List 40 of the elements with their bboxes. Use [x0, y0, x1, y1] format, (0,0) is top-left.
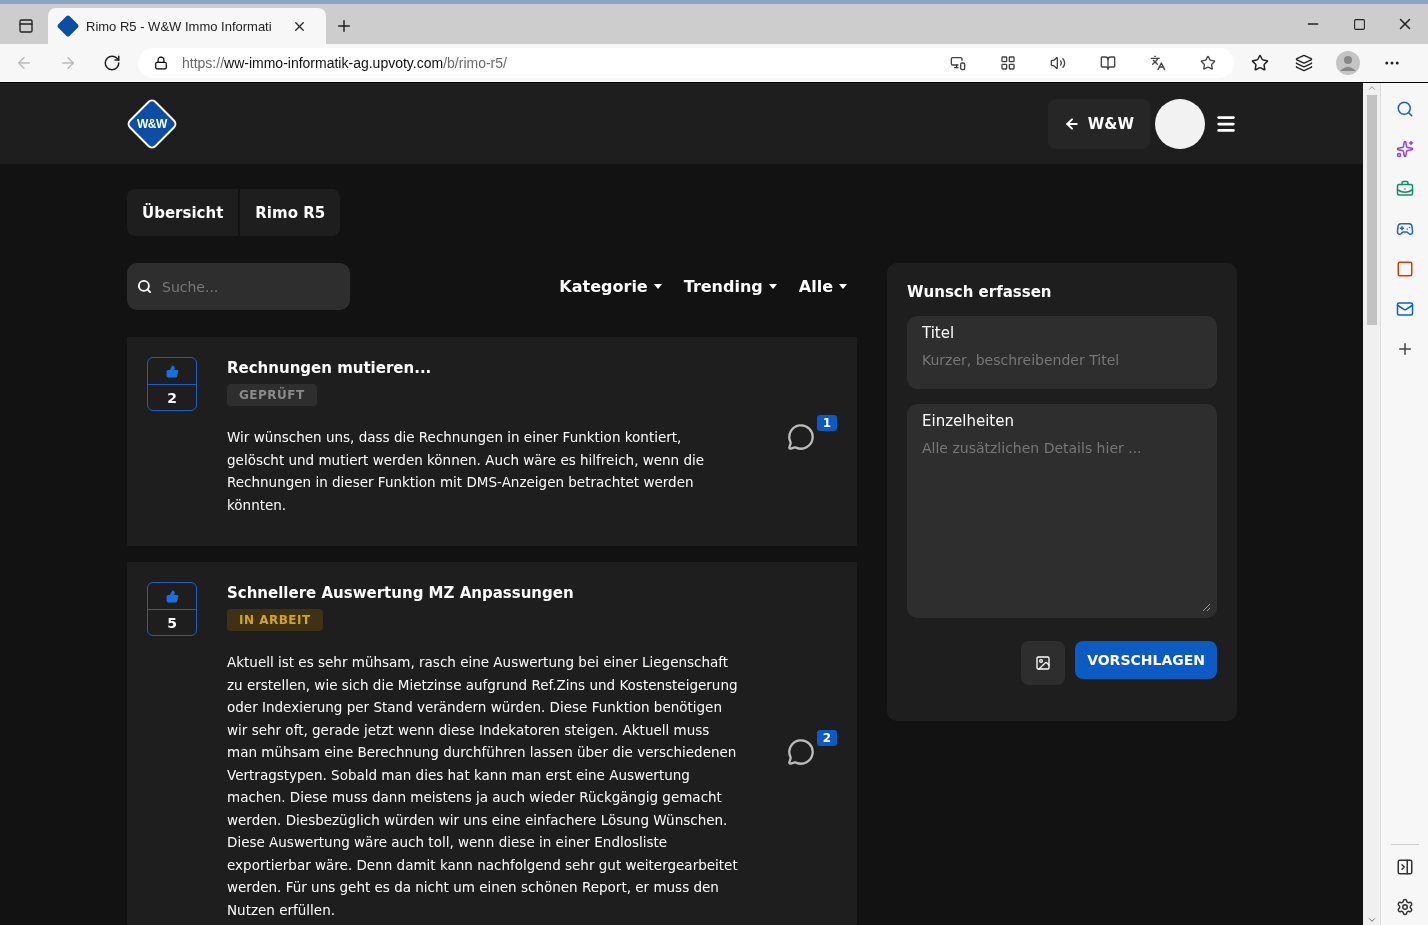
resize-grip-icon[interactable]	[1202, 603, 1211, 612]
post-title[interactable]: Schnellere Auswertung MZ Anpassungen	[227, 584, 739, 602]
lock-icon	[154, 56, 168, 70]
status-tag: IN ARBEIT	[227, 609, 323, 631]
search-field[interactable]: Suche...	[127, 263, 350, 310]
comment-count: 1	[816, 414, 837, 431]
title-input[interactable]: Kurzer, beschreibender Titel	[922, 352, 1202, 368]
avatar[interactable]	[1155, 98, 1205, 149]
vote-button[interactable]: 5	[147, 582, 197, 636]
filter-dropdown[interactable]: Trending	[683, 277, 777, 296]
url-text: https://ww-immo-informatik-ag.upvoty.com/b/rimo-r5/	[182, 55, 508, 71]
field-label: Titel	[922, 324, 956, 342]
status-tag: GEPRÜFT	[227, 384, 317, 406]
post-title[interactable]: Rechnungen mutieren...	[227, 359, 739, 377]
details-input[interactable]: Alle zusätzlichen Details hier ...	[922, 440, 1202, 610]
field-label: Einzelheiten	[922, 412, 1015, 430]
breadcrumb-link[interactable]: Übersicht	[127, 189, 239, 236]
image-icon	[1035, 655, 1052, 671]
comment-icon[interactable]	[786, 422, 815, 451]
breadcrumb-link[interactable]: Rimo R5	[240, 189, 341, 236]
comment-count: 2	[816, 729, 837, 746]
post-text: Wir wünschen uns, dass die Rechnungen in einer Funktion kontiert, gelöscht und mutiert werden können. Auch wäre es hilfreich, wenn die Rechnungen in dieser Funktion mit DMS-Anzeigen betrachtet werden könnten.	[227, 428, 706, 515]
filter-dropdown[interactable]: Kategorie	[559, 277, 662, 296]
vote-button[interactable]: 2	[147, 357, 197, 411]
filter-dropdown[interactable]: Alle	[798, 277, 847, 296]
scrollbar-thumb[interactable]	[1366, 95, 1377, 325]
image-upload-button[interactable]	[1021, 641, 1066, 685]
thumbs-up-icon	[165, 589, 179, 603]
back-button[interactable]: W&W	[1047, 98, 1150, 149]
address-bar[interactable]: https://ww-immo-informatik-ag.upvoty.com/b/rimo-r5/	[138, 48, 1234, 78]
comment-icon[interactable]	[786, 737, 815, 766]
submit-button[interactable]: VORSCHLAGEN	[1075, 641, 1217, 679]
scroll-down-icon[interactable]	[1366, 915, 1377, 925]
title-field[interactable]: Titel Kurzer, beschreibender Titel	[907, 316, 1217, 389]
thumbs-up-icon	[165, 364, 179, 378]
details-field[interactable]: Einzelheiten Alle zusätzlichen Details hier ...	[907, 404, 1217, 618]
browser-tab[interactable]: Rimo R5 - W&W Immo Informati	[48, 8, 326, 44]
post-text: Aktuell ist es sehr mühsam, rasch eine Auswertung bei einer Liegenschaft zu erstellen, wie sich die Mietzinse aufgrund Ref.Zins und Kostensteigerung oder Indexierung per Stand verändern würden. Diese Funktion benötigen wir sehr oft, gerade jetzt wenn diese Indekatoren steigen. Aktuell muss man mühsam eine Berechnung durchführen lassen über die verschiedenen Vertragstypen. Sobald man dies hat kann man erst eine Auswertung machen. Diese muss dann meistens ja auch wieder Rückgängig gemacht werden. Diesbezüglich würden wir uns eine einfachere Lösung Wünschen. Diese Auswertung wäre auch toll, wenn diese in einer Endlosliste exportierbar wäre. Denn damit kann nachfolgend sehr gut weitergearbeitet werden. Für uns geht es da nicht um einen schönen Report, er muss den Nutzen erfüllen.	[227, 653, 739, 920]
tab-title: Rimo R5 - W&W Immo Informati	[86, 18, 272, 34]
panel-heading: Wunsch erfassen	[907, 283, 1053, 301]
